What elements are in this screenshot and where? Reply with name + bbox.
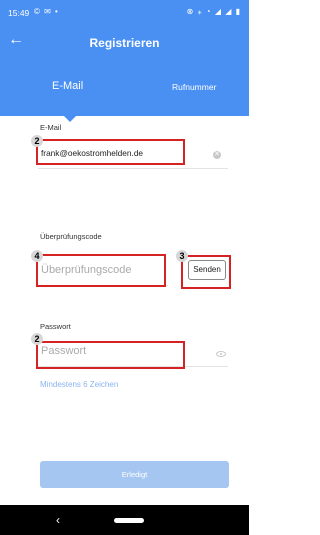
done-button[interactable]: Erledigt [40,461,229,488]
active-tab-indicator [64,116,76,122]
status-time: 15:49 [8,8,30,18]
annotation-badge-email: 2 [31,135,43,147]
code-highlight-box [36,254,166,287]
tab-phone-number[interactable]: Rufnummer [172,82,216,92]
status-bar: 15:49 © ✉ • ⊗ ⁎ ◔ ◢ ◢ ▮ [0,0,249,24]
app-header: ← Registrieren E-Mail Rufnummer [0,24,249,116]
password-label: Passwort [40,322,71,331]
nav-back-icon[interactable]: ‹ [56,513,60,527]
email-label: E-Mail [40,123,62,132]
annotation-badge-code: 4 [31,250,43,262]
tab-email[interactable]: E-Mail [52,80,83,92]
annotation-badge-send: 3 [176,250,188,262]
annotation-badge-password: 2 [31,333,43,345]
page-title: Registrieren [89,36,160,50]
nav-home-pill-icon[interactable] [114,518,144,523]
password-hint: Mindestens 6 Zeichen [40,380,119,389]
email-highlight-box [36,139,185,165]
notification-icons: © ✉ • [34,7,59,16]
password-highlight-box [36,341,185,369]
send-highlight-box [181,255,231,289]
clear-icon[interactable]: ✕ [213,151,221,159]
system-status-icons: ⊗ ⁎ ◔ ◢ ◢ ▮ [186,7,241,16]
code-label: Überprüfungscode [40,232,102,241]
show-password-eye-icon[interactable] [216,351,226,357]
system-nav-bar: ‹ [0,505,249,535]
email-underline [38,168,228,169]
